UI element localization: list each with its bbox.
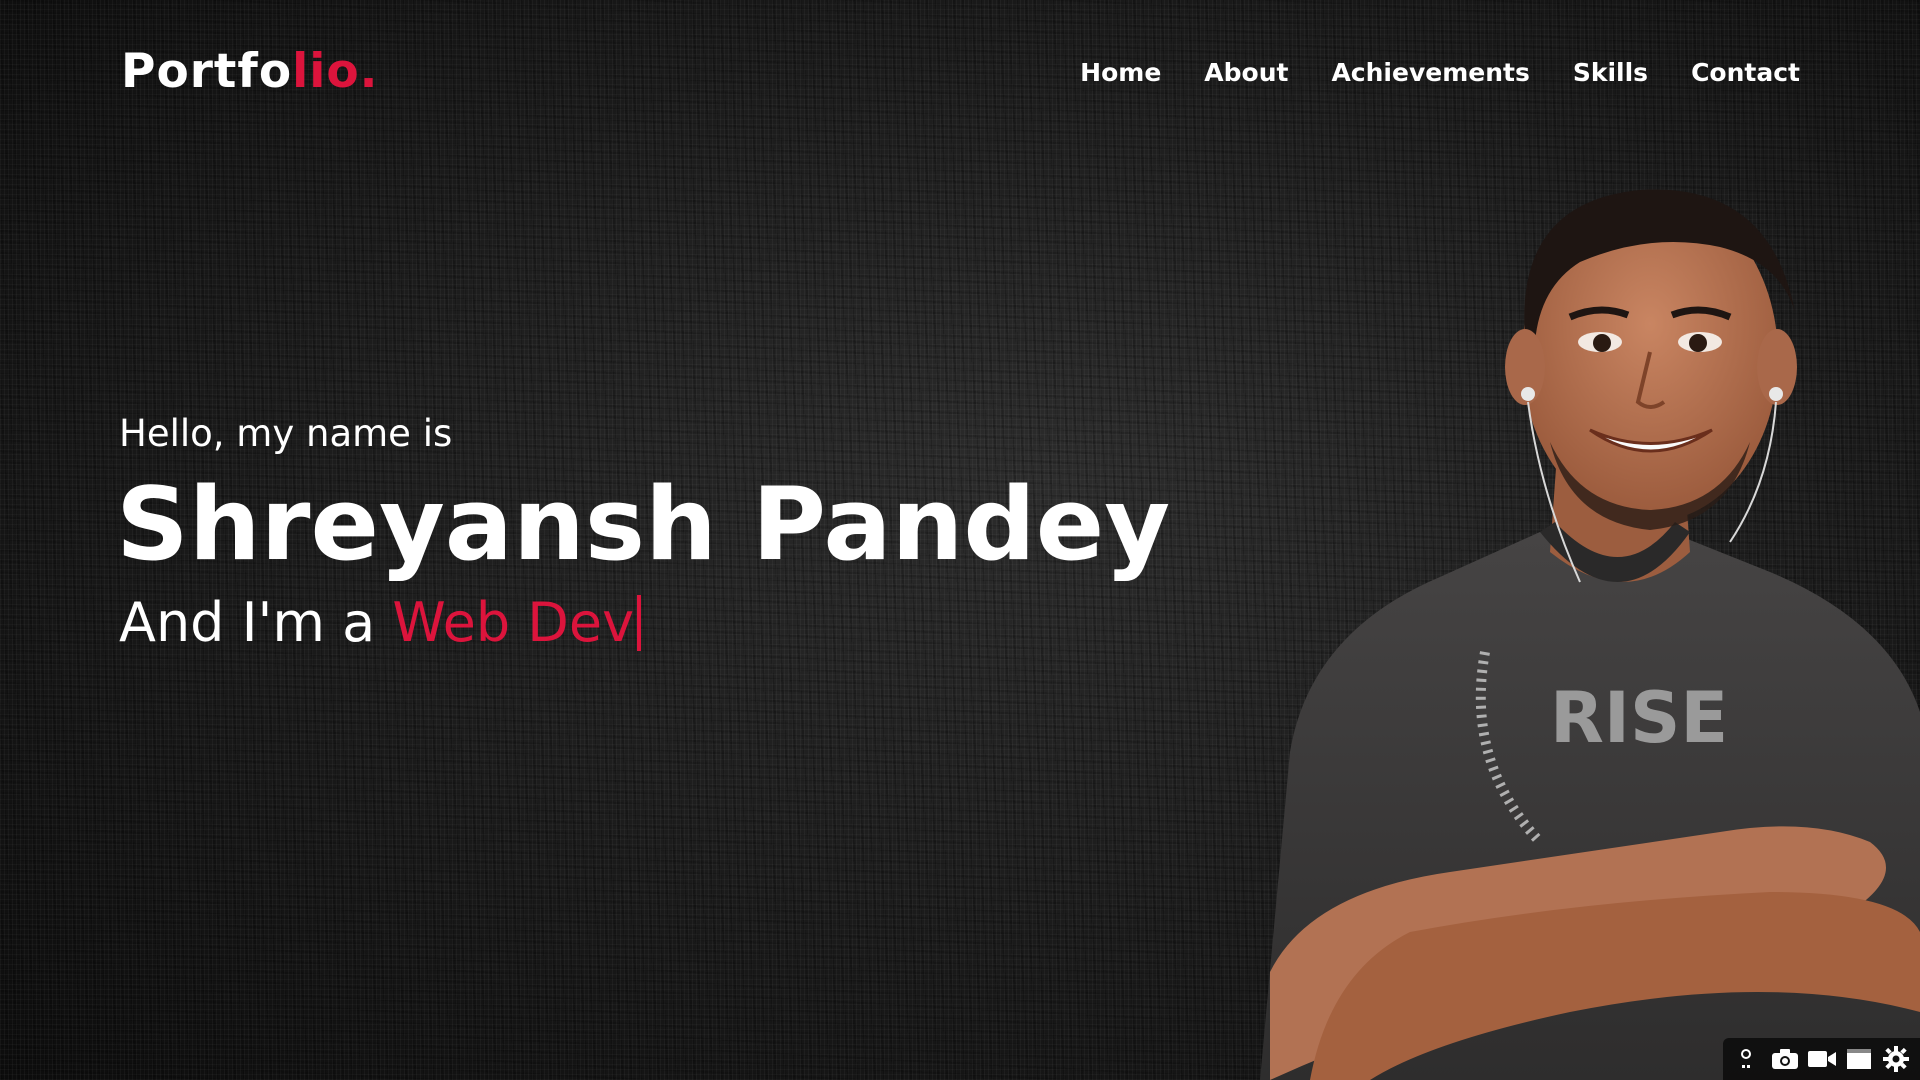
- nav-item-achievements: Achievements: [1331, 58, 1529, 87]
- logo[interactable]: Portfolio.: [121, 44, 379, 99]
- nav-link-achievements[interactable]: Achievements: [1331, 58, 1529, 87]
- nav-link-home[interactable]: Home: [1080, 58, 1161, 87]
- role-line: And I'm a Web Dev: [119, 588, 1170, 658]
- intro-block: Hello, my name is Shreyansh Pandey And I…: [116, 406, 1171, 658]
- window-icon[interactable]: [1844, 1044, 1874, 1074]
- camera-icon[interactable]: [1770, 1044, 1800, 1074]
- nav-menu: Home About Achievements Skills Contact: [1037, 58, 1800, 87]
- nav-item-home: Home: [1080, 58, 1161, 87]
- nav-link-contact[interactable]: Contact: [1691, 58, 1800, 87]
- role-typed-text: Web Dev: [392, 591, 635, 654]
- typing-cursor: [637, 595, 642, 651]
- role-prefix: And I'm a: [119, 591, 393, 654]
- shirt-print: RISE: [1550, 677, 1728, 759]
- hero-name: Shreyansh Pandey: [116, 465, 1171, 583]
- hero-section: Portfolio. Home About Achievements Skill…: [0, 0, 1920, 1080]
- video-icon[interactable]: [1807, 1044, 1837, 1074]
- nav-link-about[interactable]: About: [1204, 58, 1288, 87]
- profile-photo: RISE: [1260, 189, 1920, 1080]
- nav-item-contact: Contact: [1691, 58, 1800, 87]
- nav-item-skills: Skills: [1573, 58, 1648, 87]
- edit-icon[interactable]: [1733, 1044, 1763, 1074]
- logo-accent: lio.: [292, 44, 379, 99]
- nav-link-skills[interactable]: Skills: [1573, 58, 1648, 87]
- nav-item-about: About: [1204, 58, 1288, 87]
- greeting-text: Hello, my name is: [119, 412, 453, 455]
- gear-icon[interactable]: [1881, 1044, 1911, 1074]
- capture-toolbar: [1723, 1038, 1920, 1080]
- logo-main: Portfo: [121, 44, 293, 99]
